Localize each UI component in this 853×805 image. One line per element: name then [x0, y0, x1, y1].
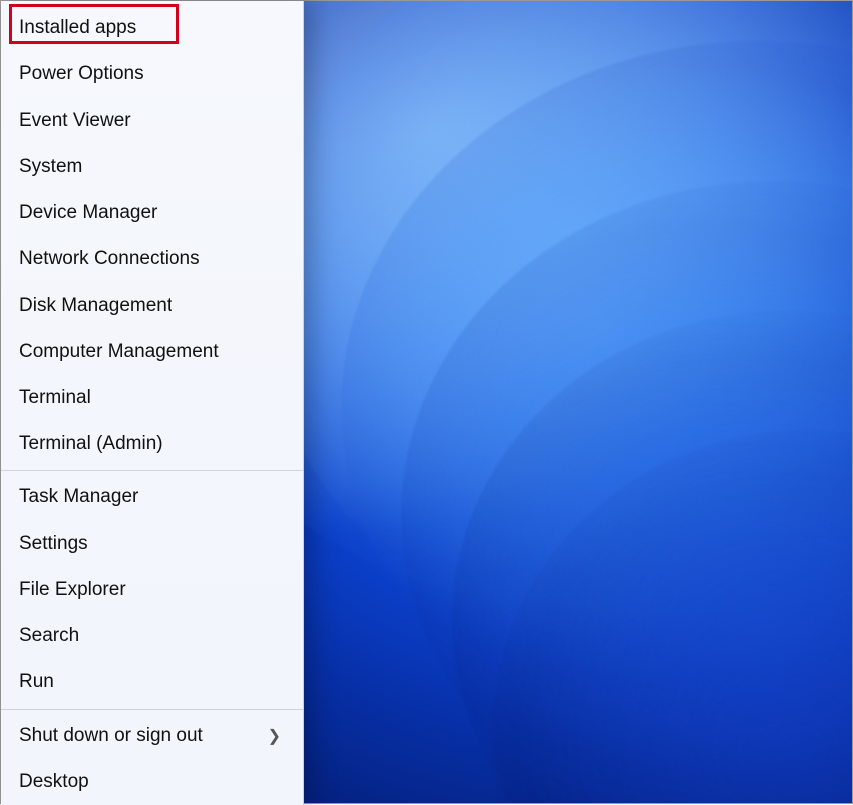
menu-item-label: File Explorer	[19, 579, 126, 601]
menu-separator	[1, 470, 303, 471]
menu-item-label: Shut down or sign out	[19, 725, 203, 747]
menu-item-search[interactable]: Search	[1, 613, 303, 659]
menu-item-system[interactable]: System	[1, 144, 303, 190]
menu-item-label: Computer Management	[19, 341, 219, 363]
menu-item-label: Network Connections	[19, 248, 200, 270]
winx-context-menu: Installed apps Power Options Event Viewe…	[1, 1, 304, 805]
menu-item-label: Installed apps	[19, 17, 136, 39]
menu-item-label: Settings	[19, 533, 88, 555]
menu-item-terminal[interactable]: Terminal	[1, 375, 303, 421]
menu-separator	[1, 709, 303, 710]
menu-item-label: Event Viewer	[19, 110, 131, 132]
menu-item-label: Desktop	[19, 771, 89, 793]
menu-item-label: Terminal	[19, 387, 91, 409]
menu-item-file-explorer[interactable]: File Explorer	[1, 567, 303, 613]
menu-item-terminal-admin[interactable]: Terminal (Admin)	[1, 421, 303, 467]
menu-item-settings[interactable]: Settings	[1, 521, 303, 567]
menu-item-label: Terminal (Admin)	[19, 433, 163, 455]
menu-item-label: Power Options	[19, 63, 144, 85]
menu-item-desktop[interactable]: Desktop	[1, 759, 303, 805]
chevron-right-icon: ❯	[268, 726, 281, 746]
menu-item-power-options[interactable]: Power Options	[1, 51, 303, 97]
menu-item-installed-apps[interactable]: Installed apps	[1, 5, 303, 51]
menu-item-label: Disk Management	[19, 295, 172, 317]
menu-item-run[interactable]: Run	[1, 659, 303, 705]
menu-item-shut-down-or-sign-out[interactable]: Shut down or sign out ❯	[1, 712, 303, 758]
menu-item-computer-management[interactable]: Computer Management	[1, 329, 303, 375]
menu-item-network-connections[interactable]: Network Connections	[1, 236, 303, 282]
menu-item-label: Task Manager	[19, 486, 138, 508]
menu-item-task-manager[interactable]: Task Manager	[1, 474, 303, 520]
menu-item-label: Search	[19, 625, 79, 647]
menu-item-label: Device Manager	[19, 202, 157, 224]
menu-item-disk-management[interactable]: Disk Management	[1, 282, 303, 328]
menu-item-label: System	[19, 156, 82, 178]
menu-item-event-viewer[interactable]: Event Viewer	[1, 97, 303, 143]
menu-item-device-manager[interactable]: Device Manager	[1, 190, 303, 236]
menu-item-label: Run	[19, 671, 54, 693]
